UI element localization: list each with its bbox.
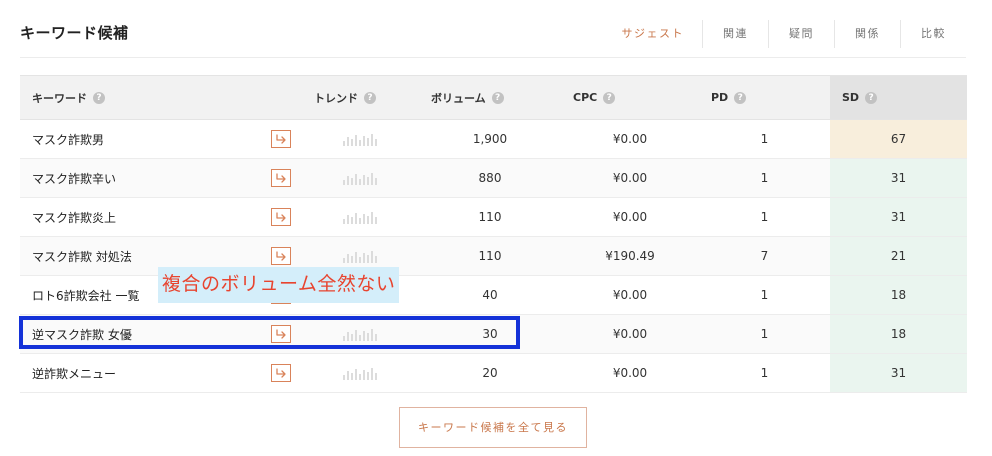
trend-cell: [302, 119, 419, 159]
trend-sparkline-icon: [341, 132, 381, 146]
sd-cell: 67: [830, 119, 967, 159]
redirect-arrow-icon[interactable]: [271, 208, 291, 226]
col-volume-label: ボリューム: [431, 91, 486, 105]
volume-cell: 30: [419, 314, 561, 354]
keyword-cell: マスク詐欺辛い: [20, 158, 302, 198]
keyword-cell: 逆詐欺メニュー: [20, 353, 302, 393]
keyword-text[interactable]: マスク詐欺辛い: [32, 172, 116, 186]
volume-cell: 1,900: [419, 119, 561, 159]
trend-cell: [302, 314, 419, 354]
tab-relation[interactable]: 関係: [834, 20, 900, 48]
trend-cell: [302, 158, 419, 198]
keyword-text[interactable]: マスク詐欺 対処法: [32, 250, 132, 264]
redirect-arrow-icon[interactable]: [271, 364, 291, 382]
sd-cell: 31: [830, 353, 967, 393]
keyword-text[interactable]: マスク詐欺男: [32, 133, 104, 147]
sd-cell: 18: [830, 314, 967, 354]
tab-questions[interactable]: 疑問: [768, 20, 834, 48]
pd-cell: 1: [699, 158, 830, 198]
trend-sparkline-icon: [341, 366, 381, 380]
help-icon[interactable]: ?: [603, 91, 616, 104]
trend-sparkline-icon: [341, 210, 381, 224]
col-trend-label: トレンド: [314, 91, 358, 105]
keyword-cell: マスク詐欺男: [20, 119, 302, 159]
pd-cell: 1: [699, 314, 830, 354]
col-keyword: キーワード?: [20, 75, 302, 120]
help-icon[interactable]: ?: [734, 91, 747, 104]
keyword-text[interactable]: マスク詐欺炎上: [32, 211, 116, 225]
col-cpc: CPC?: [561, 75, 699, 120]
volume-cell: 20: [419, 353, 561, 393]
trend-sparkline-icon: [341, 249, 381, 263]
help-icon[interactable]: ?: [865, 91, 878, 104]
sd-cell: 18: [830, 275, 967, 315]
col-pd-label: PD: [711, 91, 729, 104]
volume-cell: 110: [419, 197, 561, 237]
card-header: キーワード候補 サジェスト 関連 疑問 関係 比較: [20, 0, 966, 58]
help-icon[interactable]: ?: [364, 91, 376, 104]
help-icon[interactable]: ?: [491, 91, 504, 104]
table-row[interactable]: マスク詐欺炎上 110 ¥0.00 1 31: [20, 197, 967, 237]
col-keyword-label: キーワード: [32, 91, 87, 105]
pd-cell: 7: [699, 236, 830, 276]
tab-suggest[interactable]: サジェスト: [602, 20, 703, 48]
cpc-cell: ¥190.49: [561, 236, 699, 276]
sd-cell: 31: [830, 197, 967, 237]
pd-cell: 1: [699, 353, 830, 393]
col-trend: トレンド?: [302, 75, 419, 120]
col-pd: PD?: [699, 75, 830, 120]
tab-compare[interactable]: 比較: [900, 20, 966, 48]
view-all-keywords-button[interactable]: キーワード候補を全て見る: [399, 407, 587, 448]
redirect-arrow-icon[interactable]: [271, 130, 291, 148]
volume-cell: 880: [419, 158, 561, 198]
volume-cell: 110: [419, 236, 561, 276]
sd-cell: 21: [830, 236, 967, 276]
volume-cell: 40: [419, 275, 561, 315]
redirect-arrow-icon[interactable]: [271, 247, 291, 265]
redirect-arrow-icon[interactable]: [271, 169, 291, 187]
trend-cell: [302, 353, 419, 393]
cpc-cell: ¥0.00: [561, 197, 699, 237]
table-header-row: キーワード? トレンド? ボリューム? CPC? PD? SD?: [20, 75, 967, 120]
col-sd-label: SD: [842, 91, 860, 104]
keyword-table: キーワード? トレンド? ボリューム? CPC? PD? SD? マスク詐欺男 1…: [20, 75, 967, 393]
table-row[interactable]: 逆マスク詐欺 女優 30 ¥0.00 1 18: [20, 314, 967, 354]
trend-sparkline-icon: [341, 327, 381, 341]
pd-cell: 1: [699, 275, 830, 315]
pd-cell: 1: [699, 197, 830, 237]
sd-cell: 31: [830, 158, 967, 198]
table-row[interactable]: マスク詐欺男 1,900 ¥0.00 1 67: [20, 119, 967, 159]
trend-cell: [302, 197, 419, 237]
table-row[interactable]: 逆詐欺メニュー 20 ¥0.00 1 31: [20, 353, 967, 393]
col-volume: ボリューム?: [419, 75, 561, 120]
keyword-text[interactable]: 逆詐欺メニュー: [32, 367, 116, 381]
keyword-cell: マスク詐欺炎上: [20, 197, 302, 237]
cpc-cell: ¥0.00: [561, 275, 699, 315]
keyword-text[interactable]: 逆マスク詐欺 女優: [32, 328, 132, 342]
cpc-cell: ¥0.00: [561, 353, 699, 393]
col-cpc-label: CPC: [573, 91, 598, 104]
keyword-text[interactable]: ロト6詐欺会社 一覧: [32, 289, 139, 303]
section-title: キーワード候補: [20, 24, 129, 42]
trend-sparkline-icon: [341, 171, 381, 185]
keyword-cell: 逆マスク詐欺 女優: [20, 314, 302, 354]
tab-related[interactable]: 関連: [702, 20, 768, 48]
redirect-arrow-icon[interactable]: [271, 325, 291, 343]
cpc-cell: ¥0.00: [561, 119, 699, 159]
table-row[interactable]: マスク詐欺辛い 880 ¥0.00 1 31: [20, 158, 967, 198]
pd-cell: 1: [699, 119, 830, 159]
cpc-cell: ¥0.00: [561, 314, 699, 354]
help-icon[interactable]: ?: [93, 91, 105, 104]
col-sd: SD?: [830, 75, 967, 120]
tab-bar: サジェスト 関連 疑問 関係 比較: [602, 20, 967, 48]
cpc-cell: ¥0.00: [561, 158, 699, 198]
annotation-note: 複合のボリューム全然ない: [158, 267, 400, 303]
